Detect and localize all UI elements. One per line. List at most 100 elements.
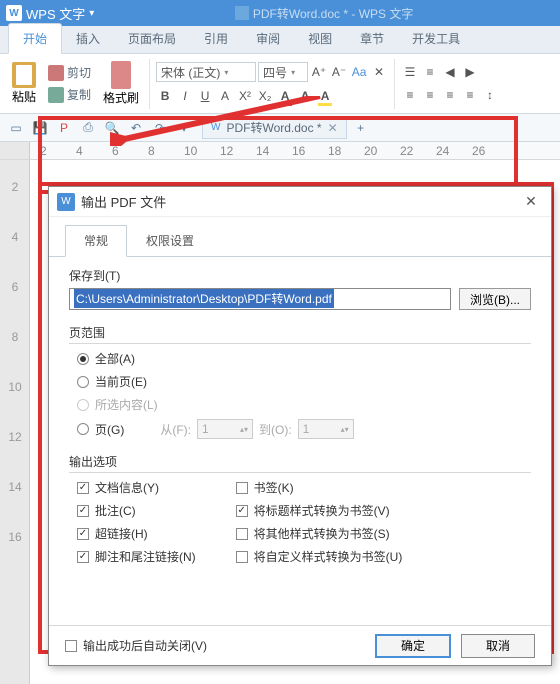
- text-effects-button[interactable]: A: [296, 87, 314, 105]
- checkbox-icon: [77, 528, 89, 540]
- check-footnotes[interactable]: 脚注和尾注链接(N): [77, 548, 196, 565]
- checkbox-icon: [77, 505, 89, 517]
- line-spacing-button[interactable]: ↕: [481, 86, 499, 104]
- ruler-tick: 16: [292, 144, 328, 158]
- align-left-button[interactable]: ≡: [401, 86, 419, 104]
- vruler-tick: 16: [0, 530, 30, 580]
- align-center-button[interactable]: ≡: [421, 86, 439, 104]
- bold-button[interactable]: B: [156, 87, 174, 105]
- vruler-tick: 10: [0, 380, 30, 430]
- underline-button[interactable]: U: [196, 87, 214, 105]
- save-button[interactable]: 💾: [30, 118, 50, 138]
- ok-button[interactable]: 确定: [375, 634, 451, 658]
- app-logo: W: [6, 5, 22, 21]
- check-hyperlinks[interactable]: 超链接(H): [77, 525, 196, 542]
- indent-button[interactable]: ▶: [461, 63, 479, 81]
- check-annotations[interactable]: 批注(C): [77, 502, 196, 519]
- radio-icon: [77, 353, 89, 365]
- paste-button[interactable]: 粘贴: [8, 60, 40, 107]
- format-painter-button[interactable]: 格式刷: [99, 59, 143, 108]
- new-doc-button[interactable]: ▭: [6, 118, 26, 138]
- undo-button[interactable]: ↶: [126, 118, 146, 138]
- separator: [394, 59, 395, 109]
- highlight-button[interactable]: A: [316, 87, 334, 105]
- cancel-button[interactable]: 取消: [461, 634, 535, 658]
- check-bookmarks[interactable]: 书签(K): [236, 479, 403, 496]
- from-value: 1: [202, 422, 209, 436]
- redo-button[interactable]: ↷: [150, 118, 170, 138]
- shrink-font-button[interactable]: A⁻: [330, 63, 348, 81]
- save-to-label: 保存到(T): [69, 267, 531, 284]
- radio-pages-label: 页(G): [95, 421, 124, 438]
- qat-more[interactable]: ▾: [174, 118, 194, 138]
- vruler-tick: 14: [0, 480, 30, 530]
- horizontal-ruler[interactable]: 2468101214161820222426: [0, 142, 560, 160]
- export-pdf-button[interactable]: P: [54, 118, 74, 138]
- dialog-tabs: 常规 权限设置: [49, 217, 551, 257]
- tab-permissions[interactable]: 权限设置: [127, 225, 213, 256]
- justify-button[interactable]: ≡: [461, 86, 479, 104]
- bullets-button[interactable]: ☰: [401, 63, 419, 81]
- check-other-bookmarks[interactable]: 将其他样式转换为书签(S): [236, 525, 403, 542]
- path-input[interactable]: C:\Users\Administrator\Desktop\PDF转Word.…: [69, 288, 451, 310]
- vruler-tick: 4: [0, 230, 30, 280]
- font-name-combo[interactable]: 宋体 (正文)▾: [156, 62, 256, 82]
- grow-font-button[interactable]: A⁺: [310, 63, 328, 81]
- new-tab-button[interactable]: +: [351, 118, 371, 138]
- radio-current[interactable]: 当前页(E): [77, 373, 531, 390]
- super-button[interactable]: X²: [236, 87, 254, 105]
- menu-tab-1[interactable]: 插入: [62, 24, 114, 53]
- strike-button[interactable]: A: [216, 87, 234, 105]
- check-hyperlinks-label: 超链接(H): [95, 525, 148, 542]
- ruler-tick: 22: [400, 144, 436, 158]
- ruler-tick: 18: [328, 144, 364, 158]
- print-button[interactable]: ⎙: [78, 118, 98, 138]
- ruler-tick: 8: [148, 144, 184, 158]
- tab-general[interactable]: 常规: [65, 225, 127, 257]
- check-close-after[interactable]: 输出成功后自动关闭(V): [65, 637, 207, 654]
- menu-tab-2[interactable]: 页面布局: [114, 24, 190, 53]
- numbering-button[interactable]: ≡: [421, 63, 439, 81]
- ruler-tick: 14: [256, 144, 292, 158]
- close-tab-button[interactable]: ✕: [328, 121, 338, 135]
- browse-button[interactable]: 浏览(B)...: [459, 288, 531, 310]
- font-size-combo[interactable]: 四号▾: [258, 62, 308, 82]
- menu-tab-0[interactable]: 开始: [8, 23, 62, 54]
- close-button[interactable]: ✕: [519, 193, 543, 210]
- menu-tab-7[interactable]: 开发工具: [398, 24, 474, 53]
- check-custom-bookmarks-label: 将自定义样式转换为书签(U): [254, 548, 403, 565]
- radio-selection-label: 所选内容(L): [95, 396, 158, 413]
- brush-icon: [111, 61, 131, 89]
- check-bookmarks-label: 书签(K): [254, 479, 294, 496]
- check-custom-bookmarks[interactable]: 将自定义样式转换为书签(U): [236, 548, 403, 565]
- menu-tab-6[interactable]: 章节: [346, 24, 398, 53]
- check-title-bookmarks[interactable]: 将标题样式转换为书签(V): [236, 502, 403, 519]
- menu-tab-3[interactable]: 引用: [190, 24, 242, 53]
- menu-tab-4[interactable]: 审阅: [242, 24, 294, 53]
- clear-format-button[interactable]: ✕: [370, 63, 388, 81]
- document-tab[interactable]: W PDF转Word.doc * ✕: [202, 117, 347, 139]
- align-right-button[interactable]: ≡: [441, 86, 459, 104]
- sub-button[interactable]: X₂: [256, 87, 274, 105]
- font-color-button[interactable]: A: [276, 87, 294, 105]
- wps-icon: W: [211, 122, 220, 133]
- cut-label: 剪切: [67, 64, 91, 81]
- checkbox-icon: [236, 505, 248, 517]
- preview-button[interactable]: 🔍: [102, 118, 122, 138]
- check-docinfo[interactable]: 文档信息(Y): [77, 479, 196, 496]
- path-value: C:\Users\Administrator\Desktop\PDF转Word.…: [74, 289, 334, 308]
- radio-all[interactable]: 全部(A): [77, 350, 531, 367]
- paste-label: 粘贴: [12, 88, 36, 105]
- menu-tab-5[interactable]: 视图: [294, 24, 346, 53]
- italic-button[interactable]: I: [176, 87, 194, 105]
- titlebar: W WPS 文字 ▾ PDF转Word.doc * - WPS 文字: [0, 0, 560, 26]
- separator: [149, 59, 150, 109]
- copy-button[interactable]: 复制: [46, 85, 93, 104]
- cut-button[interactable]: 剪切: [46, 63, 93, 82]
- radio-pages[interactable]: 页(G) 从(F): 1▴▾ 到(O): 1▴▾: [77, 419, 531, 439]
- change-case-button[interactable]: Aa: [350, 63, 368, 81]
- checkbox-icon: [236, 551, 248, 563]
- to-value: 1: [303, 422, 310, 436]
- checkbox-icon: [77, 551, 89, 563]
- outdent-button[interactable]: ◀: [441, 63, 459, 81]
